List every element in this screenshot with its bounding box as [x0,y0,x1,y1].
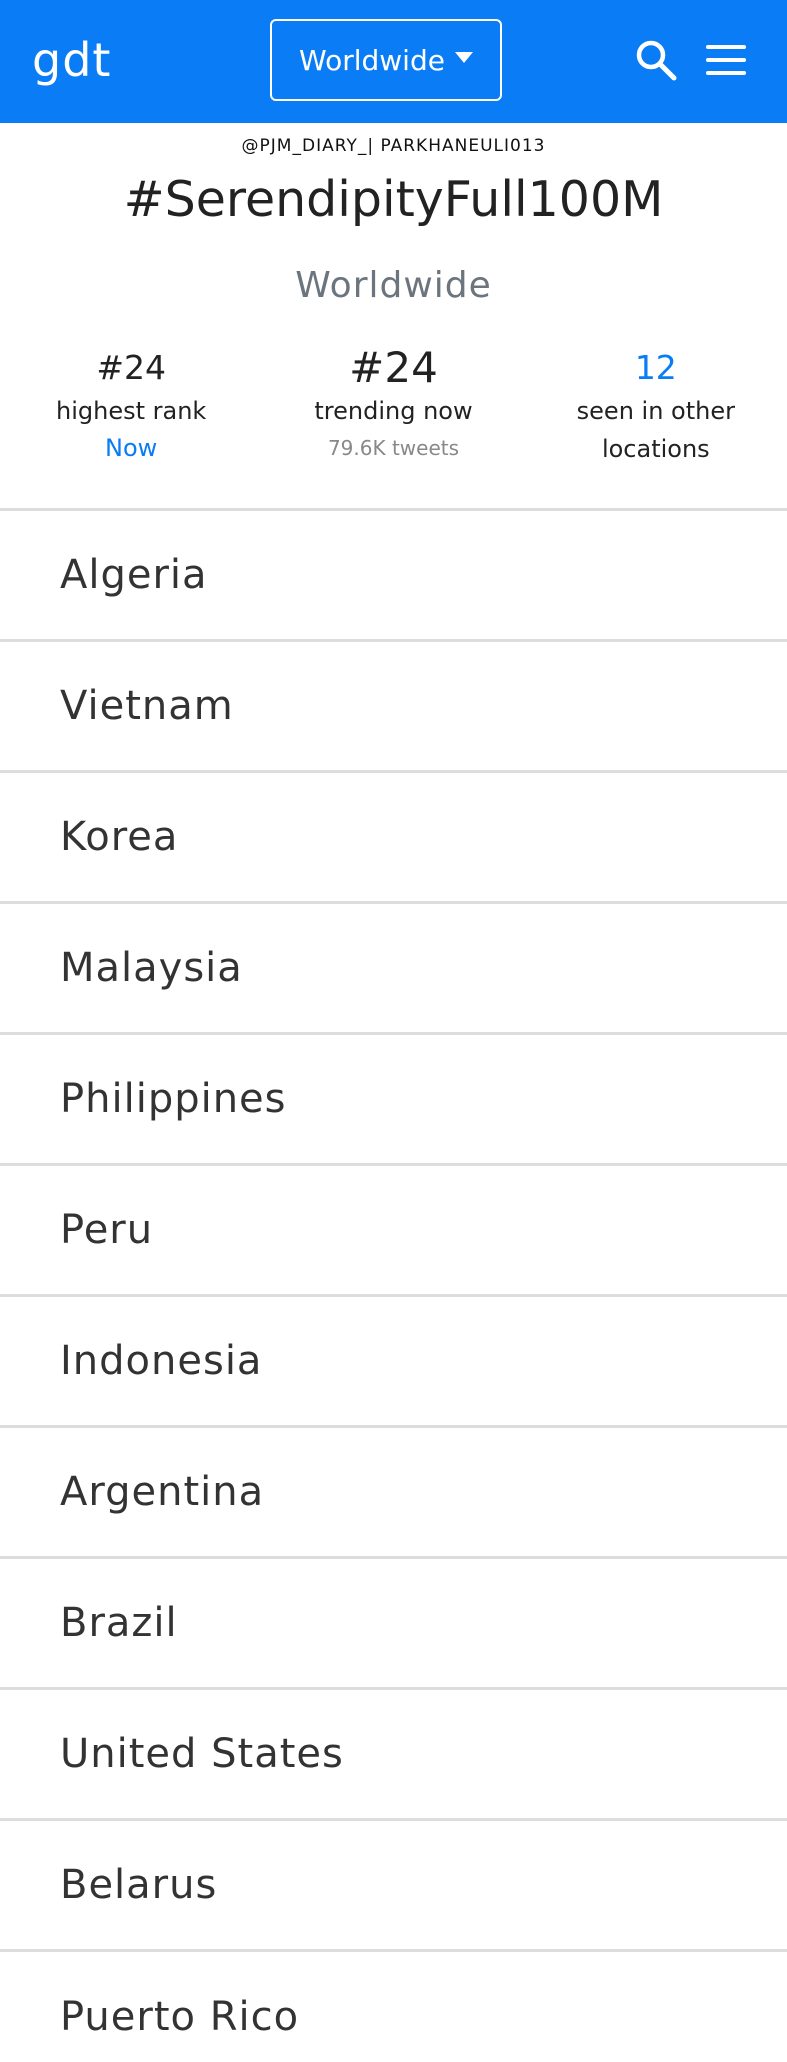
list-item-country[interactable]: United States [0,1690,787,1821]
trend-location: Worldwide [295,264,492,306]
list-item-country[interactable]: Vietnam [0,642,787,773]
brand-logo[interactable]: gdt [32,30,111,90]
list-item-country[interactable]: Algeria [0,511,787,642]
search-button[interactable] [634,38,678,82]
menu-icon [706,45,746,75]
list-item-country[interactable]: Puerto Rico [0,1952,787,2062]
highest-rank-value: #24 [96,347,166,387]
stat-trending-now: #24 trending now 79.6K tweets [262,342,524,488]
location-dropdown[interactable]: Worldwide [270,19,502,101]
other-locations-count[interactable]: 12 [525,348,787,392]
tweet-count: 79.6K tweets [327,435,460,460]
top-navbar: gdt Worldwide [0,0,787,123]
caret-down-icon [454,51,473,63]
highest-rank-label: highest rank [56,396,207,425]
trending-now-label: trending now [314,396,473,425]
watermark-text: @PJM_DIARY_| PARKHANEULI013 [241,136,546,156]
list-item-country[interactable]: Argentina [0,1428,787,1559]
list-item-country[interactable]: Philippines [0,1035,787,1166]
list-item-country[interactable]: Peru [0,1166,787,1297]
list-item-country[interactable]: Indonesia [0,1297,787,1428]
list-item-country[interactable]: Korea [0,773,787,904]
stat-highest-rank: #24 highest rank Now [0,348,262,488]
list-item-country[interactable]: Malaysia [0,904,787,1035]
list-item-country[interactable]: Brazil [0,1559,787,1690]
trend-title: #SerendipityFull100M [123,171,664,228]
trend-stats: #24 highest rank Now #24 trending now 79… [0,342,787,488]
highest-rank-time: Now [105,433,158,462]
other-locations-label-line2: locations [601,434,710,463]
menu-button[interactable] [704,40,748,80]
other-locations-label-line1: seen in other [576,396,735,425]
stat-other-locations: 12 seen in other locations [525,348,787,488]
list-item-country[interactable]: Belarus [0,1821,787,1952]
trending-now-value: #24 [349,342,438,392]
search-icon [636,40,677,81]
country-list: Algeria Vietnam Korea Malaysia Philippin… [0,507,787,2062]
location-dropdown-label: Worldwide [299,43,445,77]
